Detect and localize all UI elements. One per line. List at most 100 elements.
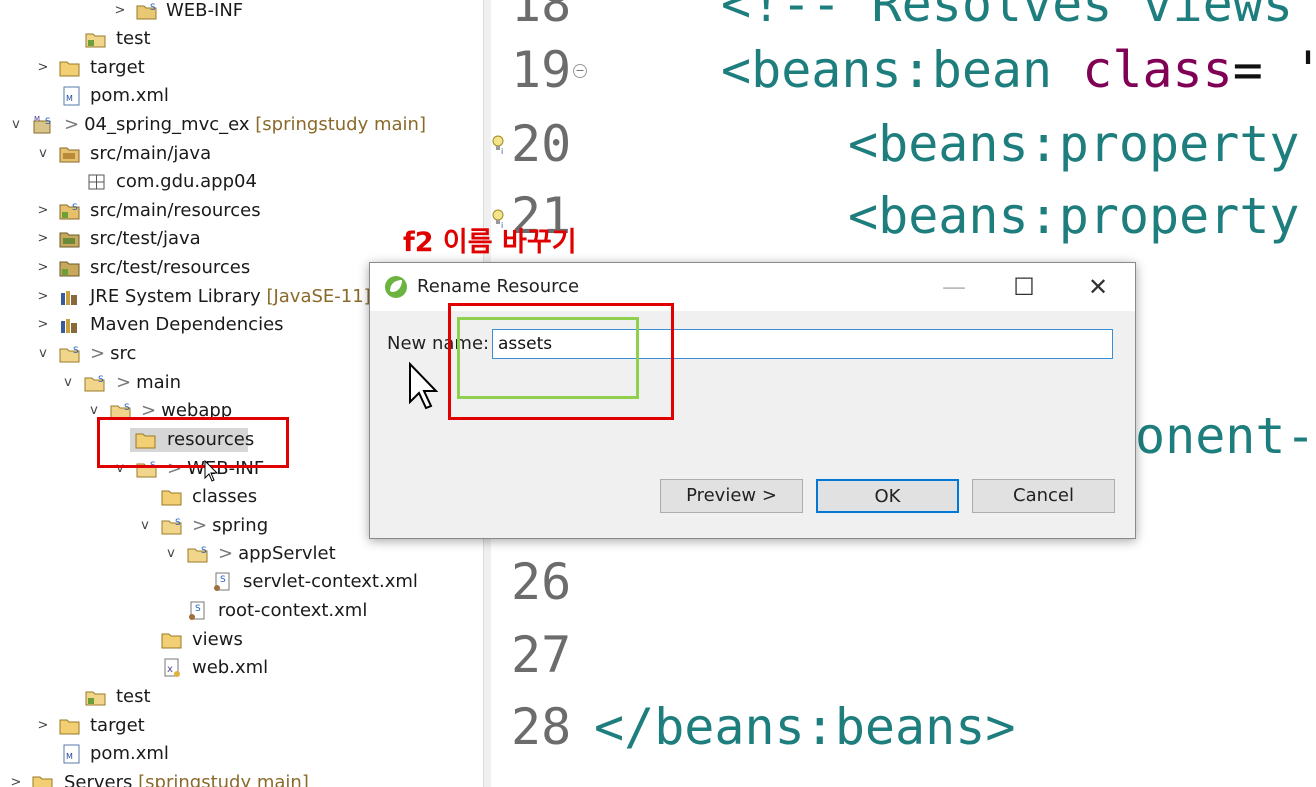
library-icon [61,319,77,333]
code-line-18[interactable]: <!-- Resolves views [721,0,1293,34]
tree-item-test[interactable]: test [0,25,483,53]
lightbulb-info-icon[interactable]: i [491,134,507,156]
code-line-28[interactable]: </beans:beans> [594,697,1015,757]
line-number: 27 [511,626,572,684]
chevron-down-icon[interactable]: v [35,140,51,168]
tree-item-label: src/test/resources [90,257,251,278]
svg-text:M: M [66,94,73,103]
line-number: 18 [511,0,572,33]
tree-item-pom-xml-2[interactable]: M pom.xml [0,740,483,768]
tree-item-label: web.xml [192,657,269,678]
svg-text:S: S [150,3,156,13]
svg-text:S: S [45,117,51,127]
tree-item-label: WEB-INF [166,0,244,21]
library-icon [61,291,77,305]
chevron-right-icon[interactable]: > [8,769,24,787]
source-folder-icon [59,147,80,163]
tree-item-web-inf-top[interactable]: > S WEB-INF [0,0,483,25]
resource-folder-icon: S [59,203,80,220]
tree-item-servers[interactable]: > Servers [springstudy main] [0,769,483,787]
tree-item-label: target [90,715,145,736]
tree-item-views[interactable]: views [0,626,483,654]
svg-text:M: M [34,115,40,123]
mouse-pointer-icon [409,362,438,410]
tree-item-label: target [90,57,145,78]
highlight-box-resources [97,417,289,468]
chevron-down-icon[interactable]: v [8,111,24,139]
chevron-right-icon[interactable]: > [35,311,51,339]
chevron-right-icon[interactable]: > [35,254,51,282]
tree-item-label: test [116,686,151,707]
folder-spring-icon: S [136,3,157,20]
tree-item-package[interactable]: com.gdu.app04 [0,168,483,196]
preview-button[interactable]: Preview > [660,479,803,513]
tree-item-target[interactable]: > target [0,54,483,82]
annotation-hint-text: f2 이름 바꾸기 [403,227,577,258]
tree-item-label: src [110,343,137,364]
tree-item-label: 04_spring_mvc_ex [84,114,250,135]
chevron-down-icon[interactable]: v [137,512,153,540]
fold-collapse-icon[interactable]: − [573,64,587,78]
tree-item-label: src/main/resources [90,200,261,221]
chevron-right-icon[interactable]: > [35,712,51,740]
folder-icon [161,490,182,506]
tree-item-label: pom.xml [90,743,169,764]
maximize-button[interactable]: ☐ [1002,269,1046,305]
tree-item-project[interactable]: v MS >04_spring_mvc_ex [springstudy main… [0,111,483,139]
highlight-box-cursor [457,317,639,399]
line-number: 20 [511,115,572,173]
ok-button[interactable]: OK [816,479,959,513]
spring-leaf-icon [385,276,407,298]
spring-xml-file-icon: S [214,572,230,591]
chevron-right-icon[interactable]: > [112,0,128,25]
cancel-button[interactable]: Cancel [972,479,1115,513]
svg-text:M: M [66,752,73,761]
tree-item-appservlet[interactable]: v S > appServlet [0,540,483,568]
chevron-down-icon[interactable]: v [35,340,51,368]
minimize-button[interactable]: — [932,269,976,305]
svg-text:S: S [124,403,130,413]
tree-item-label: src/main/java [90,143,212,164]
jre-version-decoration: [JavaSE-11] [266,286,371,307]
svg-text:S: S [72,203,78,213]
maven-file-icon: M [63,86,80,106]
tree-item-label: classes [192,486,258,507]
chevron-right-icon[interactable]: > [35,283,51,311]
code-line-20[interactable]: <beans:property [848,114,1300,174]
package-folder-icon [85,33,106,48]
chevron-down-icon[interactable]: v [163,540,179,568]
chevron-right-icon[interactable]: > [35,197,51,225]
maven-project-icon: MS [33,115,51,134]
folder-icon [59,61,80,77]
tree-item-label: spring [212,515,269,536]
tree-item-servlet-context[interactable]: S servlet-context.xml [0,568,483,596]
tree-item-pom-xml[interactable]: M pom.xml [0,82,483,110]
code-line-19[interactable]: <beans:bean class= ' [721,40,1316,100]
tree-item-root-context[interactable]: S root-context.xml [0,597,483,625]
svg-text:S: S [201,546,207,556]
tree-item-label: Maven Dependencies [90,314,284,335]
mouse-pointer-icon [204,460,218,482]
close-button[interactable]: ✕ [1076,269,1120,305]
git-dirty-marker: > [64,114,80,135]
git-dirty-marker: > [116,372,132,393]
package-icon [88,174,105,190]
code-line-21[interactable]: <beans:property [848,186,1300,246]
chevron-down-icon[interactable]: v [60,369,76,397]
git-dirty-marker: > [218,543,234,564]
chevron-right-icon[interactable]: > [35,225,51,253]
tree-item-src-main-java[interactable]: v src/main/java [0,140,483,168]
code-line-partial[interactable]: onent- [1135,406,1316,466]
tree-item-target-2[interactable]: > target [0,712,483,740]
tree-item-label: main [136,372,182,393]
chevron-right-icon[interactable]: > [35,54,51,82]
git-branch-decoration: [springstudy main] [255,114,426,135]
maven-file-icon: M [63,744,80,764]
svg-text:S: S [220,575,226,585]
folder-icon [32,776,53,787]
spring-xml-file-icon: S [189,601,205,620]
tree-item-label: servlet-context.xml [243,571,418,592]
tree-item-label: test [116,28,151,49]
tree-item-web-xml[interactable]: x web.xml [0,654,483,682]
tree-item-test-2[interactable]: test [0,683,483,711]
